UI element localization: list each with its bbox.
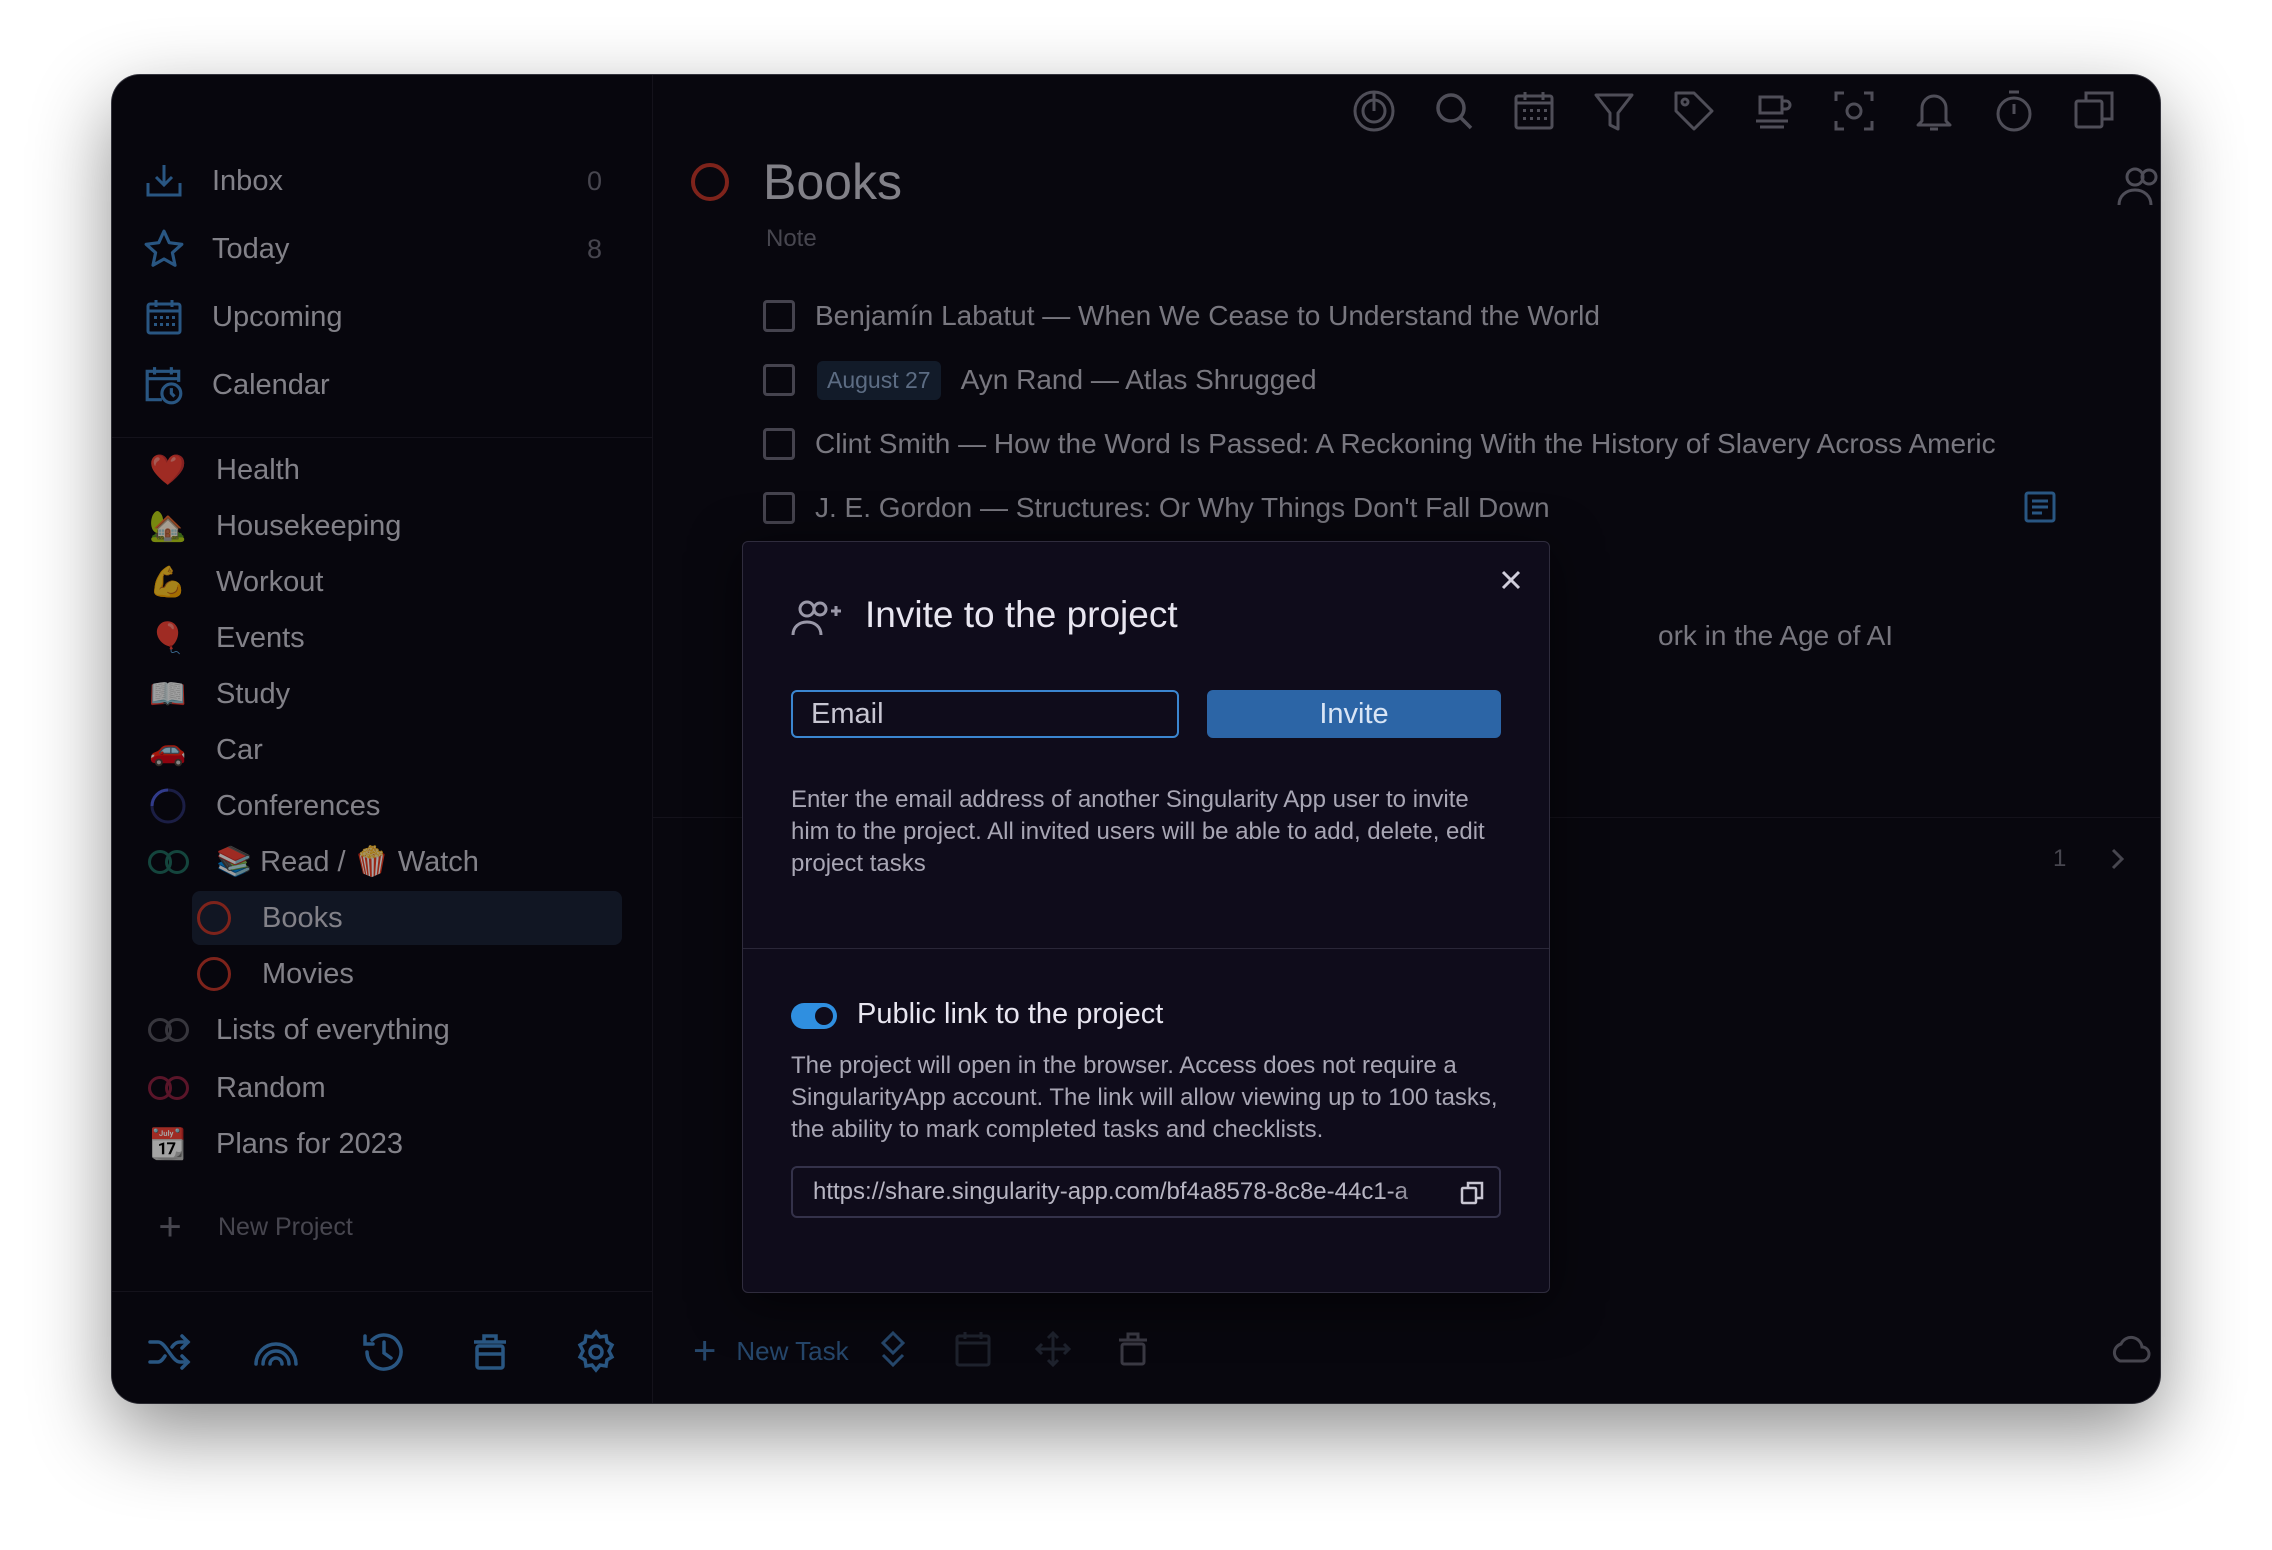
invite-description: Enter the email address of another Singu… <box>791 786 1485 877</box>
dialog-title: Invite to the project <box>865 594 1178 635</box>
public-link-title: Public link to the project <box>857 998 1164 1030</box>
add-user-icon <box>791 598 841 638</box>
copy-icon[interactable] <box>1459 1180 1485 1206</box>
invite-dialog: Invite to the project Invite Enter the e… <box>742 541 1550 1293</box>
invite-button[interactable]: Invite <box>1207 690 1501 738</box>
public-link-description: The project will open in the browser. Ac… <box>791 1052 1498 1143</box>
public-link-field[interactable]: https://share.singularity-app.com/bf4a85… <box>791 1166 1501 1218</box>
close-icon[interactable] <box>1499 568 1523 592</box>
dialog-divider <box>743 948 1549 949</box>
public-link-toggle[interactable] <box>791 1003 837 1029</box>
public-link-url[interactable]: https://share.singularity-app.com/bf4a85… <box>813 1178 1443 1206</box>
email-field[interactable] <box>791 690 1179 738</box>
app-window: Inbox 0 Today 8 Upcoming Calendar ❤️ Hea… <box>112 75 2160 1403</box>
